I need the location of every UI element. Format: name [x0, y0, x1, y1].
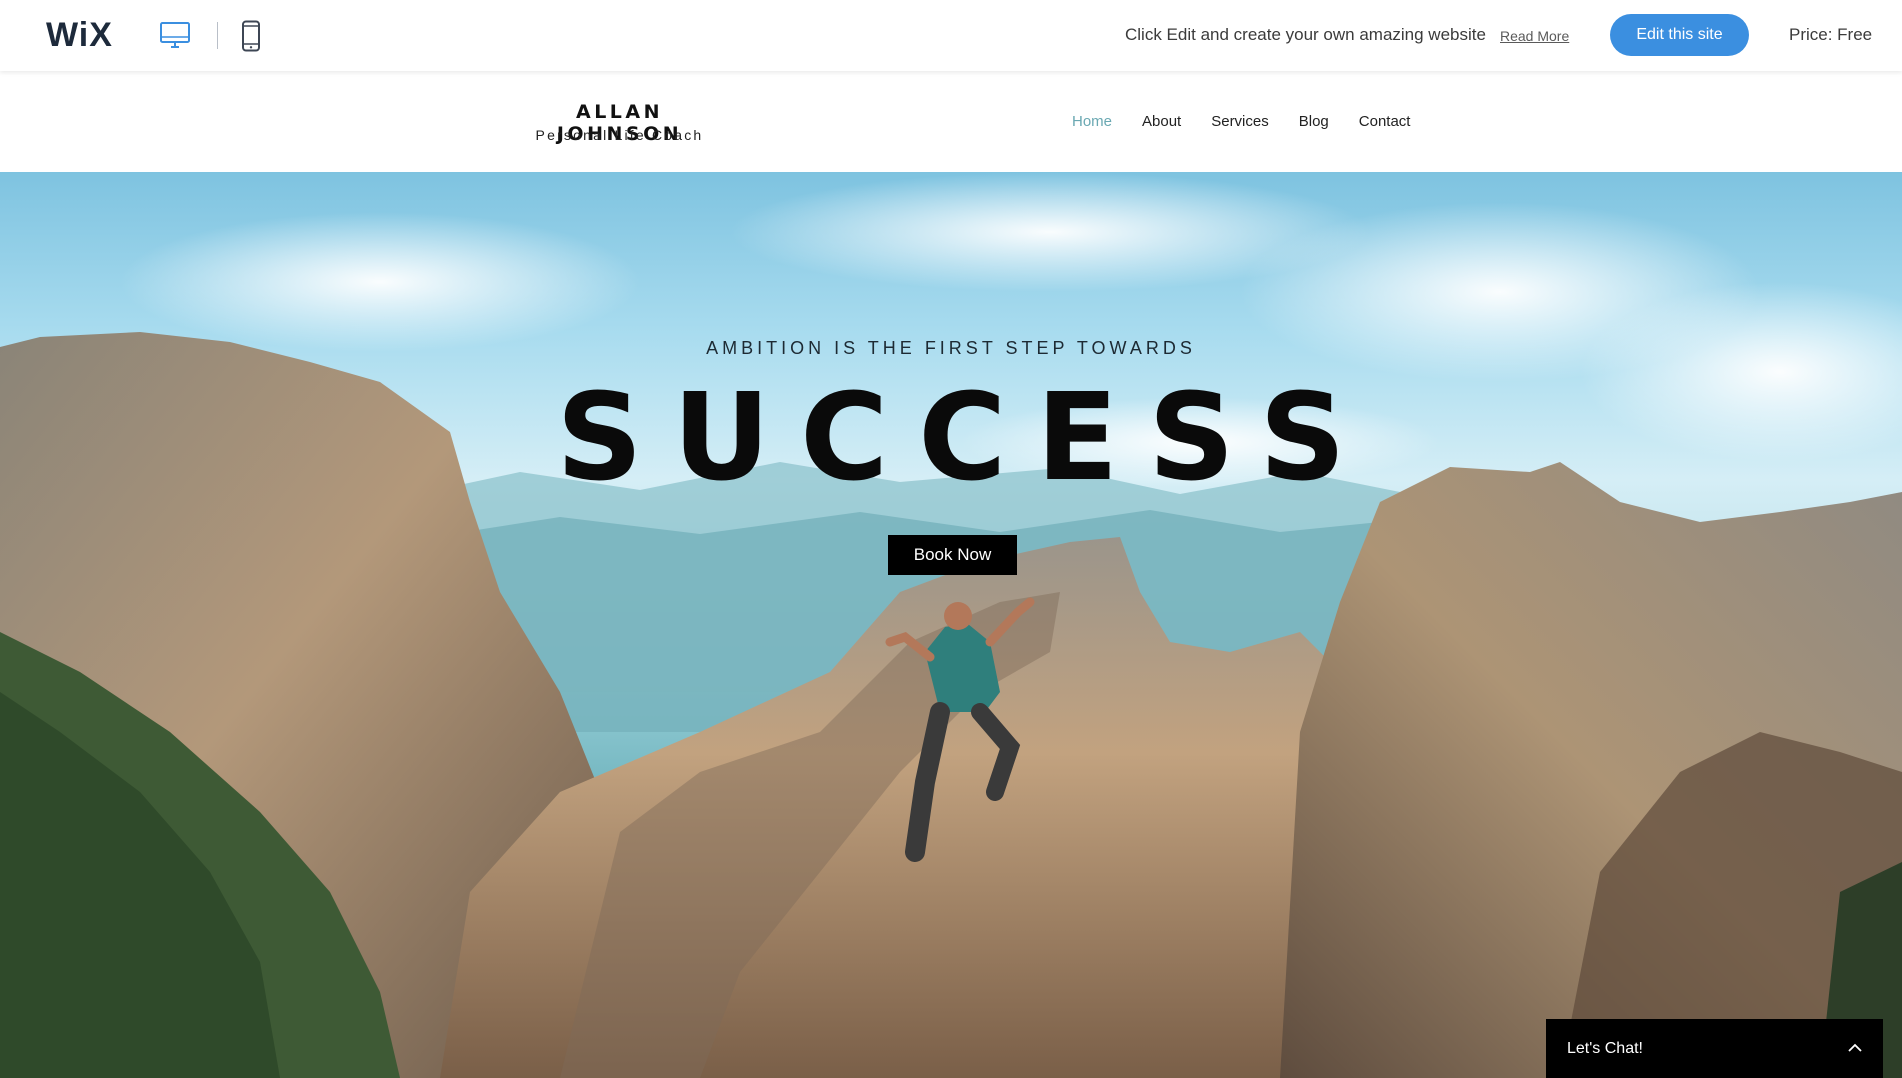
- site-header: ALLAN JOHNSON Personal Life Coach Home A…: [0, 71, 1902, 172]
- nav-item-home[interactable]: Home: [1072, 113, 1112, 130]
- chat-label: Let's Chat!: [1567, 1040, 1643, 1057]
- nav-item-services[interactable]: Services: [1211, 113, 1269, 130]
- main-navigation: Home About Services Blog Contact: [1072, 113, 1440, 130]
- chevron-up-icon[interactable]: [1847, 1041, 1863, 1055]
- promo-text: Click Edit and create your own amazing w…: [1125, 25, 1486, 44]
- chat-widget[interactable]: Let's Chat!: [1546, 1019, 1883, 1078]
- book-now-button[interactable]: Book Now: [888, 535, 1017, 575]
- desktop-monitor-icon[interactable]: [159, 20, 191, 52]
- wix-preview-bar: WiX Click Edit and create your own amazi…: [0, 0, 1902, 71]
- hero-background-image: [0, 172, 1902, 1078]
- read-more-link[interactable]: Read More: [1500, 28, 1569, 44]
- nav-item-about[interactable]: About: [1142, 113, 1181, 130]
- mobile-phone-icon[interactable]: [240, 20, 262, 52]
- edit-this-site-button[interactable]: Edit this site: [1610, 14, 1749, 56]
- price-label: Price: Free: [1789, 25, 1873, 44]
- nav-item-contact[interactable]: Contact: [1359, 113, 1411, 130]
- hero-section: AMBITION IS THE FIRST STEP TOWARDS SUCCE…: [0, 172, 1902, 1078]
- site-brand-tagline: Personal Life Coach: [535, 127, 704, 143]
- nav-item-blog[interactable]: Blog: [1299, 113, 1329, 130]
- hero-tagline: AMBITION IS THE FIRST STEP TOWARDS: [706, 338, 1196, 358]
- hero-headline: SUCCESS: [556, 369, 1376, 508]
- device-separator: [217, 22, 218, 49]
- wix-logo[interactable]: WiX: [46, 16, 113, 55]
